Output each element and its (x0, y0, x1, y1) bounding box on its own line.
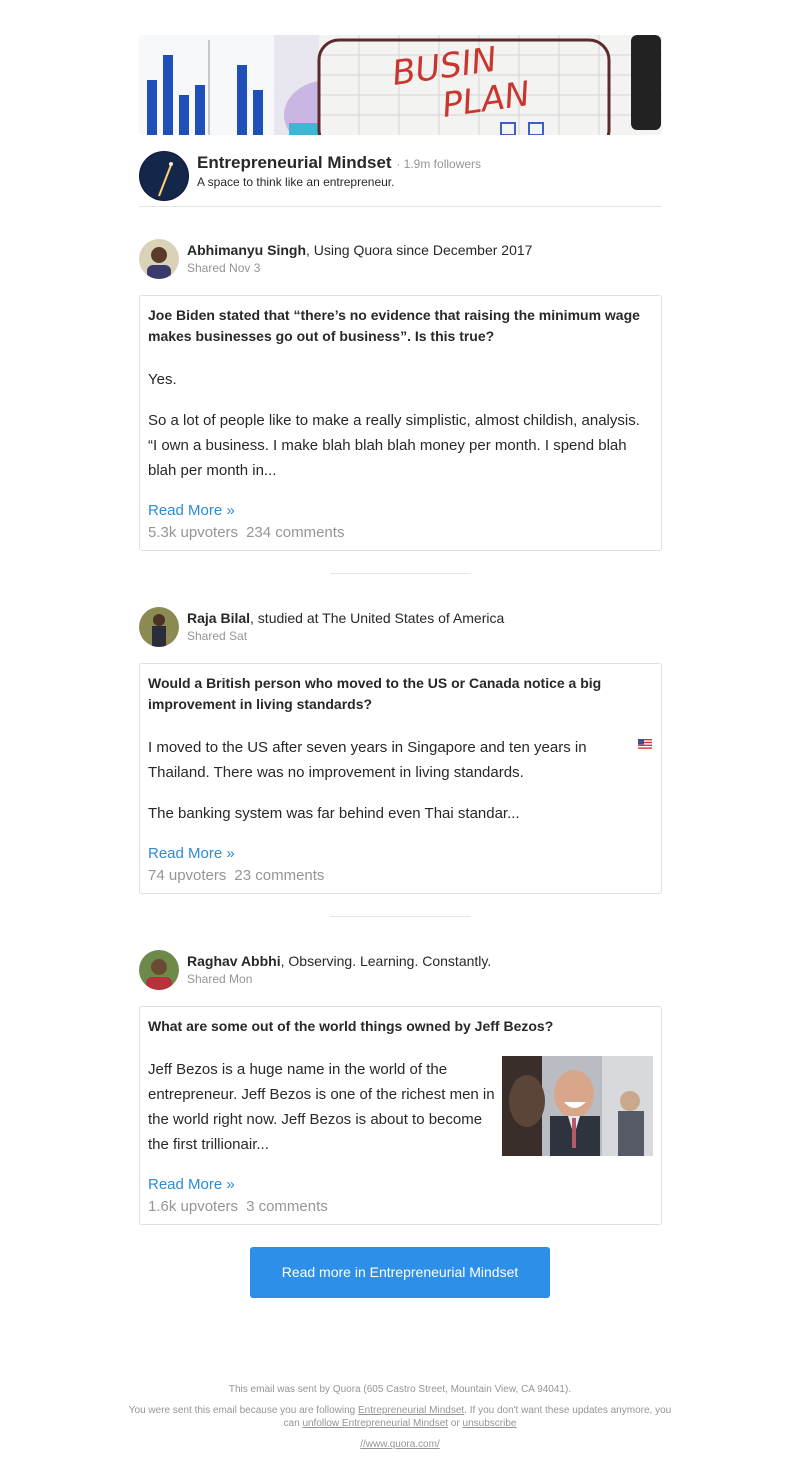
unsubscribe-link[interactable]: unsubscribe (463, 1418, 517, 1429)
upvoters-count[interactable]: 74 upvoters (148, 867, 226, 884)
footer-following-notice: You were sent this email because you are… (120, 1404, 680, 1430)
author-avatar[interactable] (139, 950, 179, 990)
answer-card[interactable]: What are some out of the world things ow… (139, 1006, 662, 1225)
footer-url: //www.quora.com/ (100, 1438, 700, 1451)
question-title[interactable]: Would a British person who moved to the … (148, 673, 648, 715)
read-more-link[interactable]: Read More » (148, 1176, 235, 1193)
post-author: Abhimanyu Singh, Using Quora since Decem… (139, 239, 662, 281)
answer-stats: 1.6k upvoters 3 comments (148, 1198, 328, 1215)
post-author: Raja Bilal, studied at The United States… (139, 607, 662, 649)
upvoters-count[interactable]: 5.3k upvoters (148, 524, 238, 541)
author-name[interactable]: Raghav Abbhi (187, 953, 281, 969)
answer-card[interactable]: Would a British person who moved to the … (139, 663, 662, 894)
question-title[interactable]: What are some out of the world things ow… (148, 1016, 648, 1037)
answer-card[interactable]: Joe Biden stated that “there’s no eviden… (139, 295, 662, 551)
answer-paragraph: Yes. (148, 371, 177, 388)
author-avatar[interactable] (139, 239, 179, 279)
question-title[interactable]: Joe Biden stated that “there’s no eviden… (148, 305, 648, 347)
answer-stats: 5.3k upvoters 234 comments (148, 524, 344, 541)
author-credential: , Observing. Learning. Constantly. (280, 953, 492, 969)
author-line: Abhimanyu Singh, Using Quora since Decem… (187, 242, 532, 258)
read-more-in-space-button[interactable]: Read more in Entrepreneurial Mindset (250, 1247, 550, 1298)
footer-text: You were sent this email because you are… (128, 1405, 358, 1416)
space-avatar[interactable] (139, 151, 189, 201)
comments-count[interactable]: 234 comments (246, 524, 344, 541)
comments-count[interactable]: 3 comments (246, 1198, 328, 1215)
answer-paragraph: The banking system was far behind even T… (148, 805, 520, 822)
divider (330, 916, 471, 917)
shared-date: Shared Mon (187, 972, 253, 986)
answer-stats: 74 upvoters 23 comments (148, 867, 324, 884)
shared-date: Shared Sat (187, 629, 248, 643)
space-name[interactable]: Entrepreneurial Mindset (197, 153, 392, 172)
footer-text: or (448, 1418, 463, 1429)
author-name[interactable]: Abhimanyu Singh (187, 242, 306, 258)
read-more-link[interactable]: Read More » (148, 845, 235, 862)
space-header: Entrepreneurial Mindset · 1.9m followers… (139, 151, 662, 207)
answer-paragraph: I moved to the US after seven years in S… (148, 739, 587, 781)
footer-address: This email was sent by Quora (605 Castro… (228, 1384, 572, 1395)
author-credential: , Using Quora since December 2017 (306, 242, 533, 258)
post-author: Raghav Abbhi, Observing. Learning. Const… (139, 950, 662, 992)
space-title[interactable]: Entrepreneurial Mindset · 1.9m followers (197, 153, 481, 173)
answer-paragraph: So a lot of people like to make a really… (148, 412, 640, 479)
comments-count[interactable]: 23 comments (234, 867, 324, 884)
us-flag-icon (638, 736, 652, 749)
footer-space-link[interactable]: Entrepreneurial Mindset (358, 1405, 464, 1416)
read-more-link[interactable]: Read More » (148, 502, 235, 519)
divider (330, 573, 471, 574)
space-followers: · 1.9m followers (396, 157, 482, 171)
space-description: A space to think like an entrepreneur. (197, 175, 395, 189)
author-line: Raja Bilal, studied at The United States… (187, 610, 504, 626)
quora-link[interactable]: //www.quora.com/ (360, 1439, 439, 1450)
author-line: Raghav Abbhi, Observing. Learning. Const… (187, 953, 491, 969)
author-name[interactable]: Raja Bilal (187, 610, 250, 626)
shared-date: Shared Nov 3 (187, 261, 261, 275)
author-credential: , studied at The United States of Americ… (250, 610, 505, 626)
upvoters-count[interactable]: 1.6k upvoters (148, 1198, 238, 1215)
author-avatar[interactable] (139, 607, 179, 647)
answer-paragraph: Jeff Bezos is a huge name in the world o… (148, 1061, 495, 1153)
answer-thumbnail-image[interactable] (502, 1056, 653, 1156)
unfollow-link[interactable]: unfollow Entrepreneurial Mindset (302, 1418, 448, 1429)
space-banner-image: BUSIN PLAN (139, 35, 662, 135)
